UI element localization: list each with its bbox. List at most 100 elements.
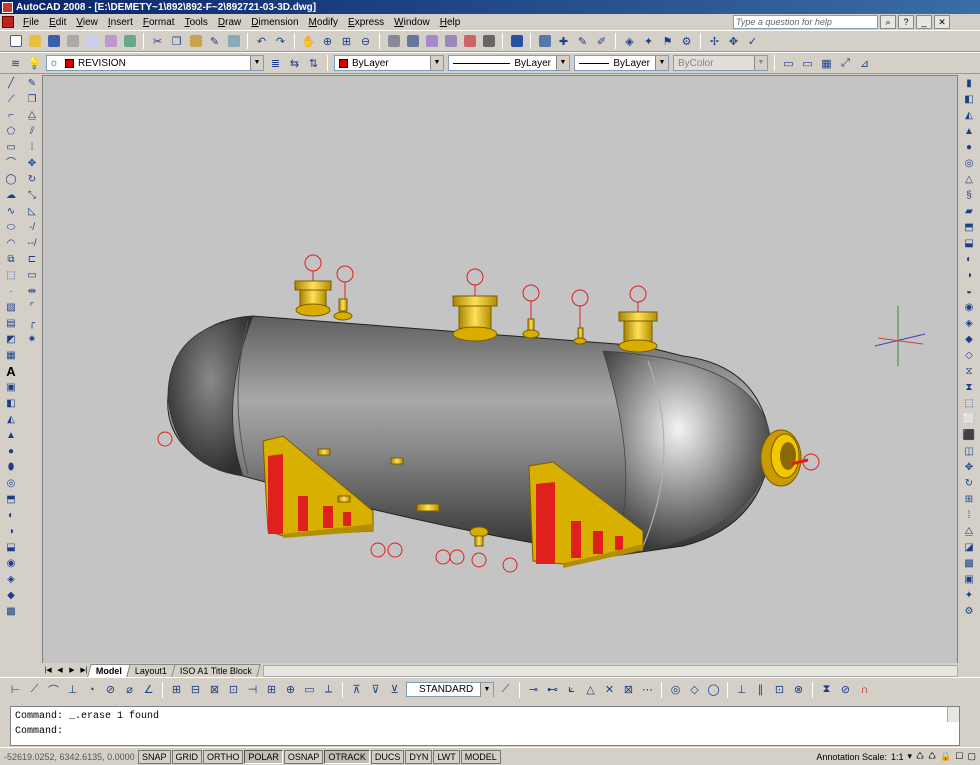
3d-presspull-icon[interactable]: ⬓ xyxy=(960,236,978,251)
revision-cloud-icon[interactable]: ☁ xyxy=(2,188,20,203)
plot-icon[interactable] xyxy=(64,33,81,50)
help-search-icon[interactable]: ⌕ xyxy=(880,15,896,29)
array-icon[interactable]: ⁞ xyxy=(23,140,41,155)
mirror-icon[interactable]: ⧋ xyxy=(23,108,41,123)
horizontal-scrollbar[interactable] xyxy=(263,665,958,677)
3d-sphere-icon[interactable]: ● xyxy=(960,140,978,155)
coordinate-readout[interactable]: -52619.0252, 6342.6135, 0.0000 xyxy=(0,752,138,762)
auto-scale-icon[interactable]: ♺ xyxy=(928,751,936,762)
break-icon[interactable]: ▭ xyxy=(23,268,41,283)
trim-icon[interactable]: -/ xyxy=(23,220,41,235)
menu-dimension[interactable]: Dimension xyxy=(246,17,303,28)
scale-icon[interactable]: ⤡ xyxy=(23,188,41,203)
chamfer-icon[interactable]: ⌜ xyxy=(23,300,41,315)
linear-dim-icon[interactable]: ⊢ xyxy=(7,681,24,698)
tab-first-icon[interactable]: |◀ xyxy=(42,665,54,677)
render-icon[interactable]: ✐ xyxy=(593,33,610,50)
hatch-icon[interactable]: ▨ xyxy=(2,300,20,315)
3d-loft-icon[interactable]: ◒ xyxy=(960,284,978,299)
circle-icon[interactable]: ◯ xyxy=(2,172,20,187)
3d-walk-icon[interactable]: ✎ xyxy=(574,33,591,50)
menu-edit[interactable]: Edit xyxy=(44,17,71,28)
3d-pyramid-icon[interactable]: △ xyxy=(960,172,978,187)
pressure-vessel[interactable] xyxy=(167,315,772,557)
paste-icon[interactable] xyxy=(187,33,204,50)
layer-manager-icon[interactable]: ≋ xyxy=(7,55,24,72)
arc-length-icon[interactable]: ⌒ xyxy=(45,681,62,698)
3d-imprint-icon[interactable]: ⬚ xyxy=(960,396,978,411)
table-icon[interactable]: ▦ xyxy=(2,348,20,363)
stretch-icon[interactable]: ◺ xyxy=(23,204,41,219)
ellipse-icon[interactable]: ⬭ xyxy=(2,220,20,235)
3d-cylinder-icon[interactable]: ▮ xyxy=(960,76,978,91)
snap-toggle[interactable]: SNAP xyxy=(138,749,171,764)
text-style-icon[interactable]: ▭ xyxy=(780,55,797,72)
visual-style-icon[interactable]: ◈ xyxy=(621,33,638,50)
snap-from-icon[interactable]: ⊷ xyxy=(544,681,561,698)
clean-screen-icon[interactable]: ▢ xyxy=(967,751,976,762)
menu-modify[interactable]: Modify xyxy=(304,17,343,28)
move-icon[interactable]: ✥ xyxy=(23,156,41,171)
qnew-icon[interactable] xyxy=(7,33,24,50)
help-search-input[interactable]: Type a question for help xyxy=(733,15,878,29)
fillet-icon[interactable]: ╭ xyxy=(23,316,41,331)
jogged-icon[interactable]: ⊘ xyxy=(102,681,119,698)
snap-tangent-icon[interactable]: ◯ xyxy=(705,681,722,698)
tab-prev-icon[interactable]: ◀ xyxy=(54,665,66,677)
ucs-icon[interactable] xyxy=(536,33,553,50)
dim-space-icon[interactable]: ⊡ xyxy=(225,681,242,698)
3d-move-icon[interactable]: ✥ xyxy=(960,460,978,475)
zoom-window-icon[interactable]: ⊞ xyxy=(338,33,355,50)
3d-materials-icon[interactable]: ▣ xyxy=(960,572,978,587)
annotation-scale-arrow-icon[interactable]: ▾ xyxy=(908,751,913,762)
match-properties-icon[interactable]: ✎ xyxy=(206,33,223,50)
angular-icon[interactable]: ∠ xyxy=(140,681,157,698)
3d-slice-icon[interactable]: ⧖ xyxy=(960,364,978,379)
polyline-icon[interactable]: ⌐ xyxy=(2,108,20,123)
sphere-icon[interactable]: ● xyxy=(2,444,20,459)
3d-helix-icon[interactable]: § xyxy=(960,188,978,203)
cone-icon[interactable]: ▲ xyxy=(2,428,20,443)
help-options-icon[interactable]: ? xyxy=(898,15,914,29)
intersect-icon[interactable]: ◆ xyxy=(2,588,20,603)
3d-orbit-icon[interactable]: ✚ xyxy=(555,33,572,50)
color-dropdown[interactable]: ByLayer ▼ xyxy=(334,55,444,71)
multileader-style-icon[interactable]: ⤢ xyxy=(837,55,854,72)
snap-none-icon[interactable]: ⊘ xyxy=(837,681,854,698)
menu-insert[interactable]: Insert xyxy=(103,17,138,28)
annotation-visibility-icon[interactable]: ♺ xyxy=(916,751,924,762)
aligned-dim-icon[interactable]: ⟋ xyxy=(26,681,43,698)
annotation-scale-value[interactable]: 1:1 xyxy=(891,752,904,762)
undo-icon[interactable]: ↶ xyxy=(253,33,270,50)
3d-lights-icon[interactable]: ✦ xyxy=(960,588,978,603)
extend-icon[interactable]: --/ xyxy=(23,236,41,251)
view-cube-icon[interactable]: ▣ xyxy=(2,380,20,395)
3d-solid-edit-icon[interactable]: ◪ xyxy=(960,540,978,555)
dyn-toggle[interactable]: DYN xyxy=(405,749,433,764)
lineweight-dropdown-arrow-icon[interactable]: ▼ xyxy=(655,56,668,70)
3d-interfere-icon[interactable]: ◇ xyxy=(960,348,978,363)
snap-apparent-icon[interactable]: ⊠ xyxy=(620,681,637,698)
temp-track-icon[interactable]: ⊸ xyxy=(525,681,542,698)
tool-palettes-icon[interactable] xyxy=(423,33,440,50)
camera-icon[interactable]: ⚙ xyxy=(678,33,695,50)
3d-wedge-icon[interactable]: ◭ xyxy=(960,108,978,123)
extrude-icon[interactable]: ⬒ xyxy=(2,492,20,507)
copy-object-icon[interactable]: ❐ xyxy=(23,92,41,107)
dim-break-icon[interactable]: ⊣ xyxy=(244,681,261,698)
orbit-continuous-icon[interactable]: ✓ xyxy=(744,33,761,50)
insert-block-icon[interactable]: ⧉ xyxy=(2,252,20,267)
3d-union-icon[interactable]: ◉ xyxy=(960,300,978,315)
break-point-icon[interactable]: ⊏ xyxy=(23,252,41,267)
spline-icon[interactable]: ∿ xyxy=(2,204,20,219)
3d-torus-icon[interactable]: ◎ xyxy=(960,156,978,171)
snap-intersection-icon[interactable]: ✕ xyxy=(601,681,618,698)
otrack-toggle[interactable]: OTRACK xyxy=(324,749,370,764)
linetype-dropdown-arrow-icon[interactable]: ▼ xyxy=(556,56,569,70)
radius-icon[interactable]: ◔ xyxy=(83,681,100,698)
layer-previous-icon[interactable]: ⇆ xyxy=(286,55,303,72)
offset-icon[interactable]: ⫽ xyxy=(23,124,41,139)
ellipse-arc-icon[interactable]: ◠ xyxy=(2,236,20,251)
lock-icon[interactable]: 🔒 xyxy=(940,751,951,762)
section-icon[interactable]: ⬓ xyxy=(2,540,20,555)
